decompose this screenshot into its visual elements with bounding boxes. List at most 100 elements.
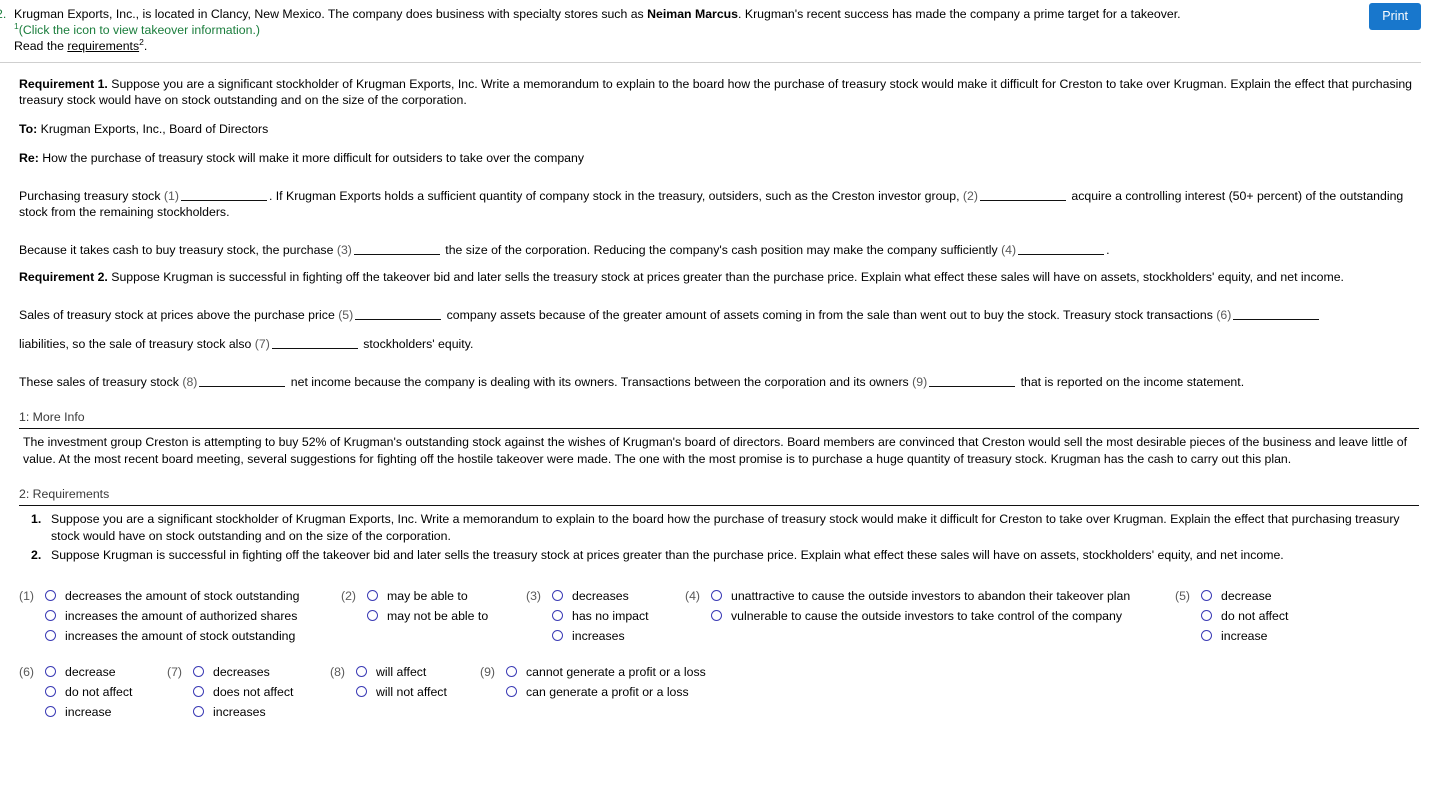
- option-label[interactable]: cannot generate a profit or a loss: [526, 662, 706, 682]
- blank-field-3[interactable]: [353, 245, 440, 255]
- option-label[interactable]: decrease: [65, 662, 116, 682]
- list-item[interactable]: increases the amount of stock outstandin…: [45, 626, 299, 646]
- radio-icon[interactable]: [506, 666, 517, 677]
- option-label[interactable]: decrease: [1221, 586, 1272, 606]
- list-item[interactable]: may be able to: [367, 586, 488, 606]
- list-item[interactable]: decreases the amount of stock outstandin…: [45, 586, 299, 606]
- option-label[interactable]: increases the amount of stock outstandin…: [65, 626, 295, 646]
- radio-icon[interactable]: [552, 630, 563, 641]
- radio-icon[interactable]: [367, 590, 378, 601]
- option-label[interactable]: vulnerable to cause the outside investor…: [731, 606, 1122, 626]
- option-label[interactable]: increases the amount of authorized share…: [65, 606, 297, 626]
- radio-icon[interactable]: [45, 630, 56, 641]
- radio-icon[interactable]: [45, 686, 56, 697]
- radio-icon[interactable]: [193, 666, 204, 677]
- blank-field-9[interactable]: [929, 377, 1016, 387]
- option-label[interactable]: may be able to: [387, 586, 468, 606]
- print-button[interactable]: Print: [1369, 3, 1421, 30]
- radio-icon[interactable]: [711, 590, 722, 601]
- blank-field-1[interactable]: [180, 191, 267, 201]
- blank-field-5[interactable]: [355, 310, 442, 320]
- option-label[interactable]: increase: [1221, 626, 1267, 646]
- blank-label-7: (7): [254, 337, 270, 351]
- list-item[interactable]: decreases: [552, 586, 649, 606]
- option-label[interactable]: do not affect: [65, 682, 132, 702]
- list-item[interactable]: increases: [552, 626, 649, 646]
- list-item[interactable]: unattractive to cause the outside invest…: [711, 586, 1130, 606]
- blank-field-4[interactable]: [1018, 245, 1105, 255]
- option-label[interactable]: increase: [65, 702, 111, 722]
- list-item[interactable]: decrease: [45, 662, 132, 682]
- option-label[interactable]: will not affect: [376, 682, 447, 702]
- intro-company: Neiman Marcus: [647, 7, 739, 21]
- option-label[interactable]: increases: [572, 626, 625, 646]
- option-label[interactable]: decreases: [572, 586, 629, 606]
- radio-icon[interactable]: [367, 610, 378, 621]
- option-label[interactable]: increases: [213, 702, 266, 722]
- list-item[interactable]: increase: [1201, 626, 1288, 646]
- answer-options-5: decrease do not affect increase: [1201, 586, 1288, 646]
- answer-group-3: (3) decreases has no impact increases: [526, 586, 685, 646]
- radio-icon[interactable]: [506, 686, 517, 697]
- blank-field-6[interactable]: [1233, 310, 1320, 320]
- radio-icon[interactable]: [45, 590, 56, 601]
- answer-choice-row-2: (6) decrease do not affect increase (7) …: [19, 662, 1421, 722]
- radio-icon[interactable]: [356, 666, 367, 677]
- blank-field-2[interactable]: [979, 191, 1066, 201]
- intro-text-a: Krugman Exports, Inc., is located in Cla…: [14, 7, 648, 21]
- read-end-period: .: [143, 39, 148, 53]
- radio-icon[interactable]: [1201, 590, 1212, 601]
- option-label[interactable]: will affect: [376, 662, 426, 682]
- option-label[interactable]: has no impact: [572, 606, 649, 626]
- option-label[interactable]: do not affect: [1221, 606, 1288, 626]
- list-item[interactable]: decrease: [1201, 586, 1288, 606]
- radio-icon[interactable]: [193, 706, 204, 717]
- requirements-panel-title: 2: Requirements: [19, 487, 110, 501]
- list-item[interactable]: will not affect: [356, 682, 447, 702]
- list-item[interactable]: may not be able to: [367, 606, 488, 626]
- fb2-text-c: .: [1106, 243, 1110, 257]
- radio-icon[interactable]: [552, 590, 563, 601]
- blank-field-8[interactable]: [199, 377, 286, 387]
- list-item[interactable]: increase: [45, 702, 132, 722]
- blank-label-2: (2): [962, 189, 978, 203]
- list-item[interactable]: vulnerable to cause the outside investor…: [711, 606, 1130, 626]
- radio-icon[interactable]: [1201, 610, 1212, 621]
- list-item[interactable]: can generate a profit or a loss: [506, 682, 706, 702]
- radio-icon[interactable]: [356, 686, 367, 697]
- requirements-link[interactable]: requirements: [67, 39, 139, 53]
- radio-icon[interactable]: [45, 666, 56, 677]
- radio-icon[interactable]: [711, 610, 722, 621]
- fill-blank-paragraph-4: liabilities, so the sale of treasury sto…: [19, 336, 1419, 352]
- list-item[interactable]: do not affect: [1201, 606, 1288, 626]
- blank-label-4: (4): [1001, 243, 1017, 257]
- blank-label-6: (6): [1216, 308, 1232, 322]
- list-item[interactable]: increases the amount of authorized share…: [45, 606, 299, 626]
- list-item[interactable]: decreases: [193, 662, 293, 682]
- list-item[interactable]: has no impact: [552, 606, 649, 626]
- fb3-text-b: company assets because of the greater am…: [443, 308, 1217, 322]
- option-label[interactable]: can generate a profit or a loss: [526, 682, 689, 702]
- radio-icon[interactable]: [193, 686, 204, 697]
- list-item[interactable]: do not affect: [45, 682, 132, 702]
- answer-group-2: (2) may be able to may not be able to: [341, 586, 526, 626]
- list-item[interactable]: does not affect: [193, 682, 293, 702]
- radio-icon[interactable]: [45, 610, 56, 621]
- option-label[interactable]: may not be able to: [387, 606, 488, 626]
- blank-field-7[interactable]: [271, 339, 358, 349]
- radio-icon[interactable]: [1201, 630, 1212, 641]
- option-label[interactable]: does not affect: [213, 682, 293, 702]
- radio-icon[interactable]: [45, 706, 56, 717]
- click-icon-line[interactable]: 1(Click the icon to view takeover inform…: [14, 22, 1341, 38]
- list-item[interactable]: cannot generate a profit or a loss: [506, 662, 706, 682]
- fb3-text-a: Sales of treasury stock at prices above …: [19, 308, 339, 322]
- option-label[interactable]: decreases: [213, 662, 270, 682]
- more-info-title: 1: More Info: [19, 410, 85, 424]
- option-label[interactable]: unattractive to cause the outside invest…: [731, 586, 1130, 606]
- blank-label-1: (1): [163, 189, 179, 203]
- radio-icon[interactable]: [552, 610, 563, 621]
- list-item[interactable]: increases: [193, 702, 293, 722]
- option-label[interactable]: decreases the amount of stock outstandin…: [65, 586, 299, 606]
- answer-group-label-3: (3): [526, 588, 542, 603]
- list-item[interactable]: will affect: [356, 662, 447, 682]
